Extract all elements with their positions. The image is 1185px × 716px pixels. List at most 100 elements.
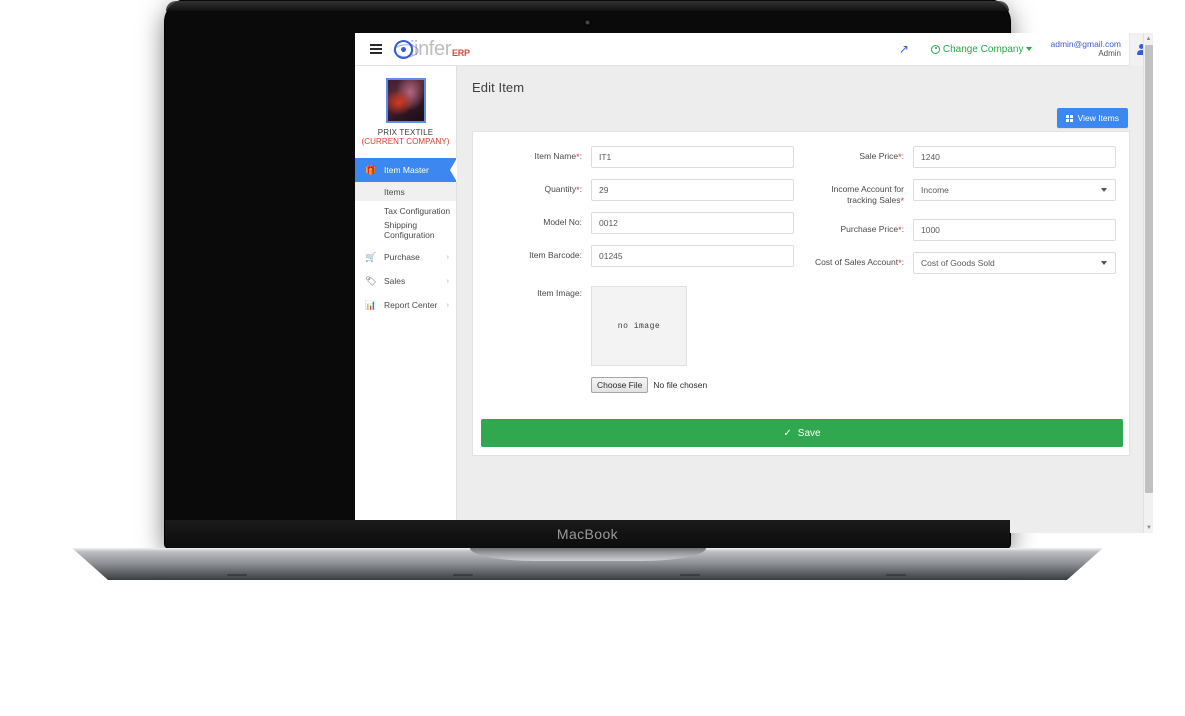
fullscreen-expand-icon[interactable]: ↗ — [887, 42, 921, 56]
cart-icon: 🛒 — [365, 251, 377, 262]
sidebar-item-label: Item Master — [384, 165, 429, 175]
required-marker: * — [898, 257, 902, 268]
tag-icon: 🏷 — [365, 275, 377, 286]
globe-icon — [930, 44, 940, 54]
page-title: Edit Item — [472, 80, 525, 95]
sidebar-item-shipping-configuration[interactable]: Shipping Configuration — [355, 219, 456, 240]
chevron-right-icon: › — [446, 253, 449, 261]
field-label: Income Account for tracking Sales* — [831, 184, 904, 207]
sidebar-item-label: Purchase — [384, 252, 420, 262]
field-label: Item Image: — [537, 288, 582, 298]
laptop-base — [72, 548, 1103, 580]
laptop-screen: iinfer ERP ↗ Change Company admin@gmail.… — [355, 33, 1153, 533]
field-label: Quantity*: — [544, 184, 582, 195]
edit-item-form: Item Name*: Quantity*: Model No: — [473, 132, 1129, 404]
sidebar-item-purchase[interactable]: 🛒 Purchase › — [355, 245, 456, 269]
sidebar-item-item-master[interactable]: 🎁 Item Master — [355, 158, 457, 182]
check-icon: ✓ — [783, 427, 792, 439]
company-status: (CURRENT COMPANY) — [361, 137, 450, 146]
field-item-barcode: Item Barcode: — [473, 245, 801, 267]
base-foot — [453, 574, 474, 576]
chevron-down-icon — [1101, 260, 1107, 265]
form-right-column: Sale Price*: Income Account for tracking… — [801, 146, 1129, 404]
company-logo-image — [385, 78, 426, 123]
item-barcode-input[interactable] — [591, 245, 794, 267]
sidebar-item-tax-configuration[interactable]: Tax Configuration — [355, 201, 456, 220]
field-item-image: Item Image: no image Choose File No file… — [473, 286, 801, 393]
no-image-text: no image — [617, 321, 661, 331]
field-sale-price: Sale Price*: — [801, 146, 1129, 168]
cost-of-sales-value: Cost of Goods Sold — [921, 257, 995, 268]
no-file-chosen-label: No file chosen — [653, 380, 708, 390]
required-marker: * — [576, 185, 580, 195]
scroll-down-icon[interactable]: ▼ — [1144, 522, 1153, 533]
file-upload-row: Choose File No file chosen — [591, 377, 707, 393]
chevron-down-icon — [1026, 47, 1033, 51]
user-email: admin@gmail.com — [1050, 38, 1121, 49]
laptop-lid: iinfer ERP ↗ Change Company admin@gmail.… — [165, 0, 1153, 548]
change-company-button[interactable]: Change Company — [921, 44, 1043, 55]
field-label: Model No: — [543, 217, 582, 227]
base-foot — [886, 574, 907, 576]
webcam-icon — [584, 19, 591, 26]
view-items-label: View Items — [1077, 113, 1119, 123]
scroll-up-icon[interactable]: ▲ — [1144, 33, 1153, 44]
purchase-price-input[interactable] — [913, 218, 1116, 241]
chevron-down-icon — [1101, 188, 1107, 192]
quantity-input[interactable] — [591, 179, 794, 201]
item-image-group: no image Choose File No file chosen — [591, 286, 707, 393]
field-label: Item Name*: — [534, 151, 582, 162]
sidebar: PRIX TEXTILE (CURRENT COMPANY) 🎁 Item Ma… — [355, 66, 457, 533]
sidebar-item-report-center[interactable]: 📊 Report Center › — [355, 293, 456, 317]
browser-page: iinfer ERP ↗ Change Company admin@gmail.… — [355, 33, 1153, 533]
cost-of-sales-account-select[interactable]: Cost of Goods Sold — [913, 251, 1116, 274]
bar-chart-icon: 📊 — [365, 299, 377, 310]
field-item-name: Item Name*: — [473, 146, 801, 168]
change-company-label: Change Company — [942, 43, 1024, 55]
base-foot — [680, 574, 701, 576]
scrollbar-thumb[interactable] — [1145, 45, 1153, 493]
item-name-input[interactable] — [591, 146, 794, 168]
sidebar-subitem-label: Tax Configuration — [384, 205, 451, 216]
required-marker: * — [898, 224, 902, 235]
field-label: Cost of Sales Account*: — [814, 256, 904, 268]
sidebar-menu: 🎁 Item Master Items Tax Configuration Sh… — [355, 158, 457, 317]
lid-bottom-bezel: MacBook — [165, 520, 1010, 548]
base-foot — [226, 574, 247, 576]
company-name: PRIX TEXTILE — [377, 128, 434, 137]
base-notch — [469, 548, 706, 561]
user-info[interactable]: admin@gmail.com Admin — [1042, 38, 1129, 59]
chevron-right-icon: › — [446, 277, 449, 285]
main-content: Edit Item View Items Item Name*: IT1 Qua… — [457, 66, 1145, 533]
income-account-value: Income — [921, 185, 949, 195]
page-scrollbar[interactable]: ▲ ▼ — [1143, 33, 1153, 533]
edit-item-card: Item Name*: Quantity*: Model No: — [472, 131, 1130, 456]
current-company-block: PRIX TEXTILE (CURRENT COMPANY) — [355, 66, 456, 152]
hamburger-icon[interactable] — [360, 44, 392, 54]
field-quantity: Quantity*: — [473, 179, 801, 201]
field-cost-of-sales-account: Cost of Sales Account*: Cost of Goods So… — [801, 251, 1129, 274]
brand-logo[interactable]: iinfer ERP — [391, 37, 470, 61]
sale-price-input[interactable] — [913, 146, 1116, 168]
required-marker: * — [576, 152, 580, 162]
sidebar-item-sales[interactable]: 🏷 Sales › — [355, 269, 456, 293]
income-account-select[interactable]: Income — [913, 179, 1116, 201]
sidebar-item-items[interactable]: Items — [355, 182, 456, 201]
lid-shine — [166, 1, 1009, 11]
field-income-account: Income Account for tracking Sales* Incom… — [801, 179, 1129, 208]
view-items-button[interactable]: View Items — [1056, 108, 1128, 128]
model-no-input[interactable] — [591, 212, 794, 234]
required-marker: * — [900, 196, 904, 207]
gift-icon: 🎁 — [365, 164, 377, 175]
save-button[interactable]: ✓ Save — [481, 419, 1123, 447]
field-purchase-price: Purchase Price*: — [801, 218, 1129, 241]
sidebar-subitem-label: Items — [384, 186, 405, 197]
sidebar-subitem-label: Shipping Configuration — [384, 219, 435, 240]
user-role: Admin — [1098, 49, 1121, 59]
navbar-right: ↗ Change Company admin@gmail.com Admin — [887, 33, 1153, 66]
field-label: Sale Price*: — [859, 151, 904, 162]
choose-file-button[interactable]: Choose File — [591, 377, 649, 393]
grid-icon — [1065, 114, 1073, 122]
form-left-column: Item Name*: Quantity*: Model No: — [473, 146, 801, 404]
brand-suffix: ERP — [451, 47, 470, 58]
